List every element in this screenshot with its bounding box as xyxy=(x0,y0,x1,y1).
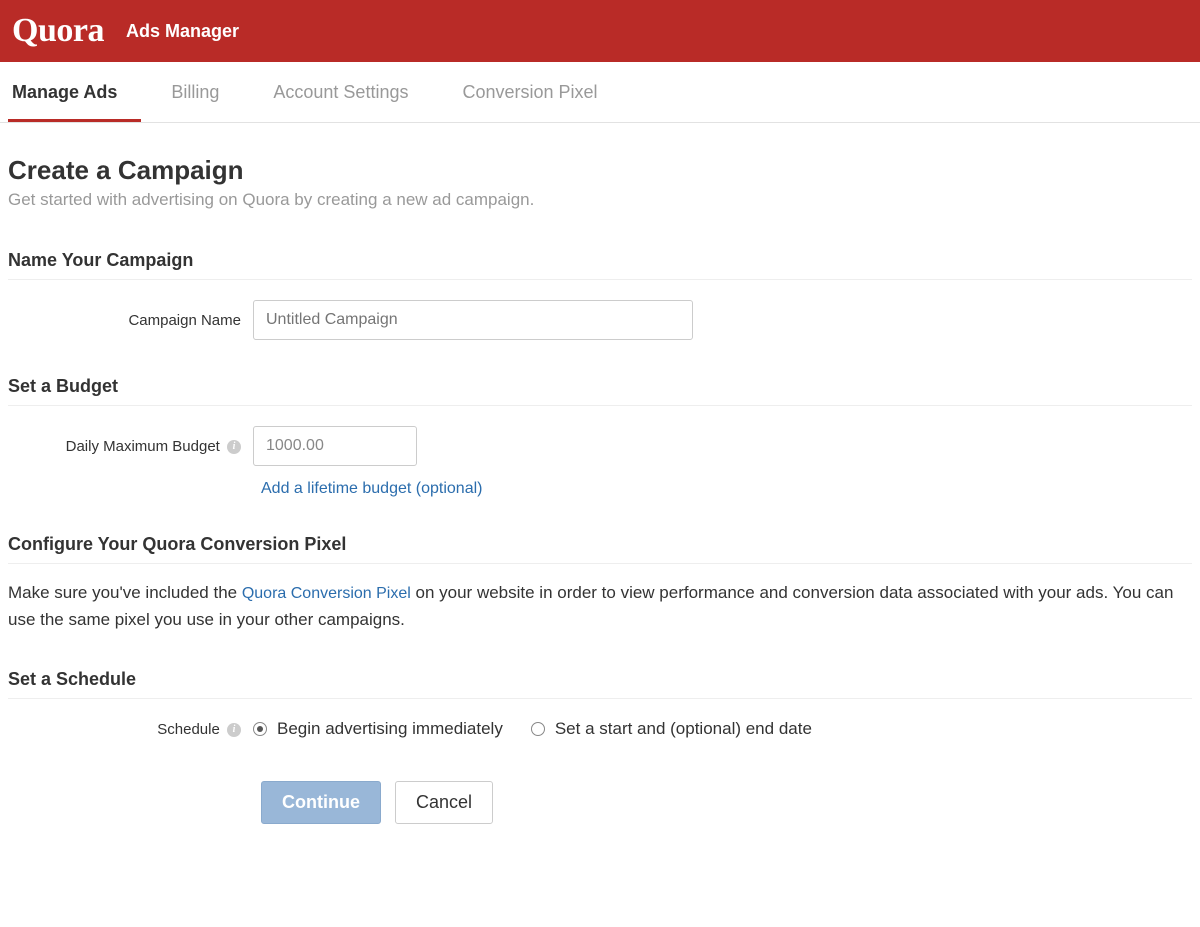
tab-account-settings[interactable]: Account Settings xyxy=(273,62,432,122)
quora-logo: Quora xyxy=(12,12,104,50)
page-title: Create a Campaign xyxy=(8,155,1192,186)
schedule-label: Schedule i xyxy=(8,721,253,738)
budget-label-text: Daily Maximum Budget xyxy=(66,438,220,455)
app-header: Quora Ads Manager xyxy=(0,0,1200,62)
campaign-name-row: Campaign Name xyxy=(8,300,1192,340)
campaign-name-label: Campaign Name xyxy=(8,312,253,329)
lifetime-budget-row: Add a lifetime budget (optional) xyxy=(261,480,1192,498)
section-budget-heading: Set a Budget xyxy=(8,376,1192,406)
budget-label: Daily Maximum Budget i xyxy=(8,438,253,455)
tab-conversion-pixel[interactable]: Conversion Pixel xyxy=(462,62,621,122)
add-lifetime-budget-link[interactable]: Add a lifetime budget (optional) xyxy=(261,480,482,497)
schedule-label-text: Schedule xyxy=(157,721,220,738)
budget-row: Daily Maximum Budget i xyxy=(8,426,1192,466)
section-pixel-heading: Configure Your Quora Conversion Pixel xyxy=(8,534,1192,564)
daily-budget-input[interactable] xyxy=(253,426,417,466)
page-subtitle: Get started with advertising on Quora by… xyxy=(8,190,1192,210)
schedule-option1-label: Begin advertising immediately xyxy=(277,719,503,739)
schedule-option2-label: Set a start and (optional) end date xyxy=(555,719,812,739)
campaign-name-input[interactable] xyxy=(253,300,693,340)
conversion-pixel-link[interactable]: Quora Conversion Pixel xyxy=(242,585,411,602)
nav-tabs: Manage Ads Billing Account Settings Conv… xyxy=(0,62,1200,123)
info-icon[interactable]: i xyxy=(227,723,241,737)
radio-icon xyxy=(531,722,545,736)
tab-manage-ads[interactable]: Manage Ads xyxy=(8,62,141,122)
schedule-option-immediate[interactable]: Begin advertising immediately xyxy=(253,719,503,739)
pixel-description: Make sure you've included the Quora Conv… xyxy=(8,580,1192,633)
page-content: Create a Campaign Get started with adver… xyxy=(0,123,1200,864)
info-icon[interactable]: i xyxy=(227,440,241,454)
section-schedule-heading: Set a Schedule xyxy=(8,669,1192,699)
radio-icon xyxy=(253,722,267,736)
continue-button[interactable]: Continue xyxy=(261,781,381,824)
cancel-button[interactable]: Cancel xyxy=(395,781,493,824)
header-title: Ads Manager xyxy=(126,21,239,42)
pixel-text-before: Make sure you've included the xyxy=(8,583,242,602)
section-name-heading: Name Your Campaign xyxy=(8,250,1192,280)
schedule-row: Schedule i Begin advertising immediately… xyxy=(8,719,1192,739)
schedule-radio-group: Begin advertising immediately Set a star… xyxy=(253,719,812,739)
schedule-option-startend[interactable]: Set a start and (optional) end date xyxy=(531,719,812,739)
tab-billing[interactable]: Billing xyxy=(171,62,243,122)
action-buttons: Continue Cancel xyxy=(261,781,1192,824)
